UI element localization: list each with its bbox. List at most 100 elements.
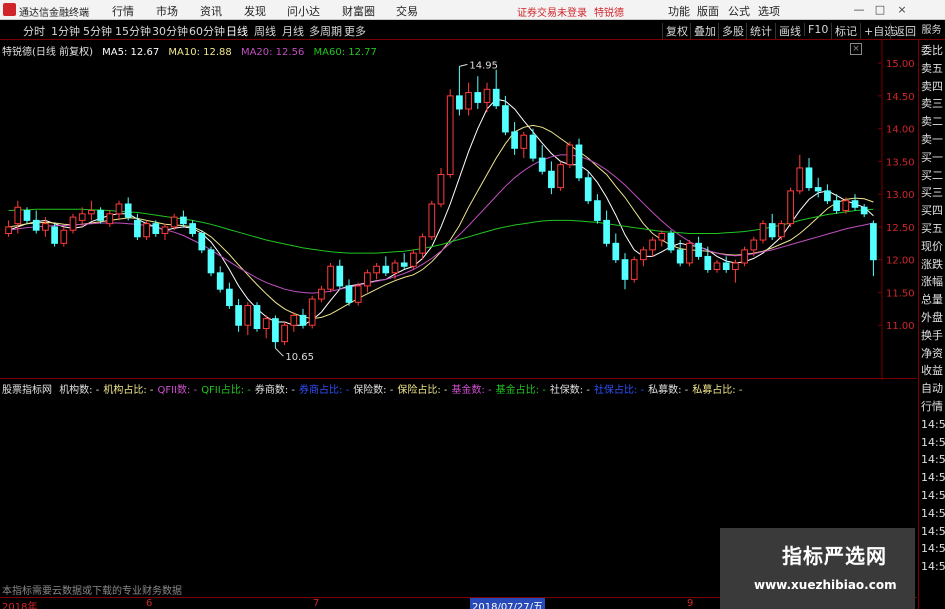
sidebar-item[interactable]: 14:5 bbox=[921, 453, 945, 467]
sidebar-item[interactable]: 14:5 bbox=[921, 560, 945, 574]
sidebar-item[interactable]: 买一 bbox=[921, 151, 945, 165]
menu-layout[interactable]: 版面 bbox=[697, 3, 719, 19]
candle bbox=[456, 66, 463, 116]
y-tick-label: 13.00 bbox=[886, 190, 915, 201]
menu-trade[interactable]: 交易 bbox=[396, 3, 418, 19]
sidebar-item[interactable]: 买二 bbox=[921, 169, 945, 183]
sidebar-item[interactable]: 14:5 bbox=[921, 418, 945, 432]
menu-quotes[interactable]: 行情 bbox=[112, 3, 134, 19]
candle bbox=[216, 266, 224, 293]
candle bbox=[244, 302, 252, 336]
sidebar-item[interactable]: 总量 bbox=[921, 293, 945, 307]
candlestick-chart[interactable]: 15.00 14.50 14.00 13.50 13.00 12.50 12.00 11.50… bbox=[0, 40, 918, 380]
sidebar-item[interactable]: 14:5 bbox=[921, 436, 945, 450]
menu-formula[interactable]: 公式 bbox=[728, 3, 750, 19]
menu-wenxiaoda[interactable]: 问小达 bbox=[287, 3, 320, 19]
candle bbox=[603, 210, 610, 247]
indicator-field: 券商数: - bbox=[254, 385, 296, 396]
indicator-field: QFII占比: - bbox=[201, 385, 251, 396]
menu-market[interactable]: 市场 bbox=[156, 3, 178, 19]
candle bbox=[290, 312, 298, 332]
candle bbox=[759, 220, 767, 244]
draw-line-button[interactable]: 画线 bbox=[775, 23, 801, 39]
candle bbox=[51, 223, 58, 247]
sidebar-item[interactable]: 收益 bbox=[921, 364, 945, 378]
sidebar-item[interactable]: 换手 bbox=[921, 329, 945, 343]
sidebar-item[interactable]: 14:5 bbox=[921, 471, 945, 485]
tab-5min[interactable]: 5分钟 bbox=[83, 23, 112, 39]
candle bbox=[474, 76, 482, 109]
menu-wealth-circle[interactable]: 财富圈 bbox=[342, 3, 375, 19]
mark-button[interactable]: 标记 bbox=[831, 23, 857, 39]
candle bbox=[511, 122, 518, 155]
minimize-icon[interactable]: — bbox=[852, 3, 866, 16]
tab-more[interactable]: 更多 bbox=[344, 23, 366, 39]
y-tick-label: 11.50 bbox=[886, 288, 915, 299]
ma60-value: MA60: 12.77 bbox=[313, 47, 377, 58]
sidebar-item[interactable]: 卖五 bbox=[921, 62, 945, 76]
sidebar-item[interactable]: 净资 bbox=[921, 347, 945, 361]
chart-close-icon[interactable]: × bbox=[850, 43, 862, 55]
back-button[interactable]: 返回 bbox=[890, 23, 916, 39]
maximize-icon[interactable]: □ bbox=[873, 3, 887, 16]
candle bbox=[520, 131, 528, 159]
candle bbox=[584, 171, 592, 204]
sidebar-item[interactable]: 买五 bbox=[921, 222, 945, 236]
tab-monthly[interactable]: 月线 bbox=[282, 23, 304, 39]
login-warning[interactable]: 证券交易未登录 bbox=[517, 4, 587, 19]
candle bbox=[621, 253, 629, 290]
tab-weekly[interactable]: 周线 bbox=[254, 23, 276, 39]
tab-daily[interactable]: 日线 bbox=[226, 23, 248, 39]
sidebar-item[interactable]: 卖三 bbox=[921, 97, 945, 111]
menu-discover[interactable]: 发现 bbox=[244, 3, 266, 19]
multi-stock-button[interactable]: 多股 bbox=[718, 23, 744, 39]
candle bbox=[410, 249, 417, 270]
sidebar-item[interactable]: 卖四 bbox=[921, 80, 945, 94]
sidebar-item[interactable]: 行情 bbox=[921, 400, 945, 414]
sidebar-item[interactable]: 14:5 bbox=[921, 525, 945, 539]
f10-button[interactable]: F10 bbox=[804, 23, 828, 36]
sidebar-item[interactable]: 自动 bbox=[921, 382, 945, 396]
sidebar-item[interactable]: 委比 bbox=[921, 44, 945, 58]
indicator-field: 保险数: - bbox=[353, 385, 394, 396]
statistics-button[interactable]: 统计 bbox=[746, 23, 772, 39]
candles bbox=[5, 66, 877, 349]
sidebar-item[interactable]: 买四 bbox=[921, 204, 945, 218]
candle bbox=[860, 204, 868, 218]
tab-60min[interactable]: 60分钟 bbox=[189, 23, 225, 39]
sidebar-item[interactable]: 现价 bbox=[921, 240, 945, 254]
sidebar-item[interactable]: 14:5 bbox=[921, 507, 945, 521]
candle bbox=[226, 282, 233, 309]
sidebar-item[interactable]: 卖一 bbox=[921, 133, 945, 147]
sidebar-item[interactable]: 涨跌 bbox=[921, 258, 945, 272]
sidebar-item[interactable]: 买三 bbox=[921, 186, 945, 200]
tab-30min[interactable]: 30分钟 bbox=[152, 23, 188, 39]
candle bbox=[722, 256, 730, 273]
candle bbox=[557, 161, 564, 191]
sidebar-item[interactable]: 14:5 bbox=[921, 542, 945, 556]
site-watermark: 指标严选网 www.xuezhibiao.com bbox=[720, 528, 915, 609]
candle bbox=[548, 161, 555, 195]
candle bbox=[382, 256, 390, 277]
service-button[interactable]: 服务 bbox=[918, 21, 945, 40]
tab-multi-period[interactable]: 多周期 bbox=[309, 23, 342, 39]
indicator-name[interactable]: 股票指标网 bbox=[2, 385, 52, 396]
candle bbox=[713, 259, 721, 273]
sidebar-item[interactable]: 涨幅 bbox=[921, 275, 945, 289]
date-label: 9 bbox=[687, 598, 694, 609]
menu-options[interactable]: 选项 bbox=[758, 3, 780, 19]
restore-rights-button[interactable]: 复权 bbox=[662, 23, 688, 39]
tab-1min[interactable]: 1分钟 bbox=[51, 23, 80, 39]
tab-15min[interactable]: 15分钟 bbox=[115, 23, 151, 39]
sidebar-item[interactable]: 14:5 bbox=[921, 489, 945, 503]
close-icon[interactable]: × bbox=[895, 3, 909, 16]
tab-timeshare[interactable]: 分时 bbox=[23, 23, 45, 39]
overlay-button[interactable]: 叠加 bbox=[690, 23, 716, 39]
sidebar-item[interactable]: 卖二 bbox=[921, 115, 945, 129]
candle bbox=[32, 210, 40, 234]
candle bbox=[612, 233, 620, 263]
sidebar-item[interactable]: 外盘 bbox=[921, 311, 945, 325]
menu-news[interactable]: 资讯 bbox=[200, 3, 222, 19]
menu-function[interactable]: 功能 bbox=[668, 3, 690, 19]
candle bbox=[124, 197, 132, 221]
